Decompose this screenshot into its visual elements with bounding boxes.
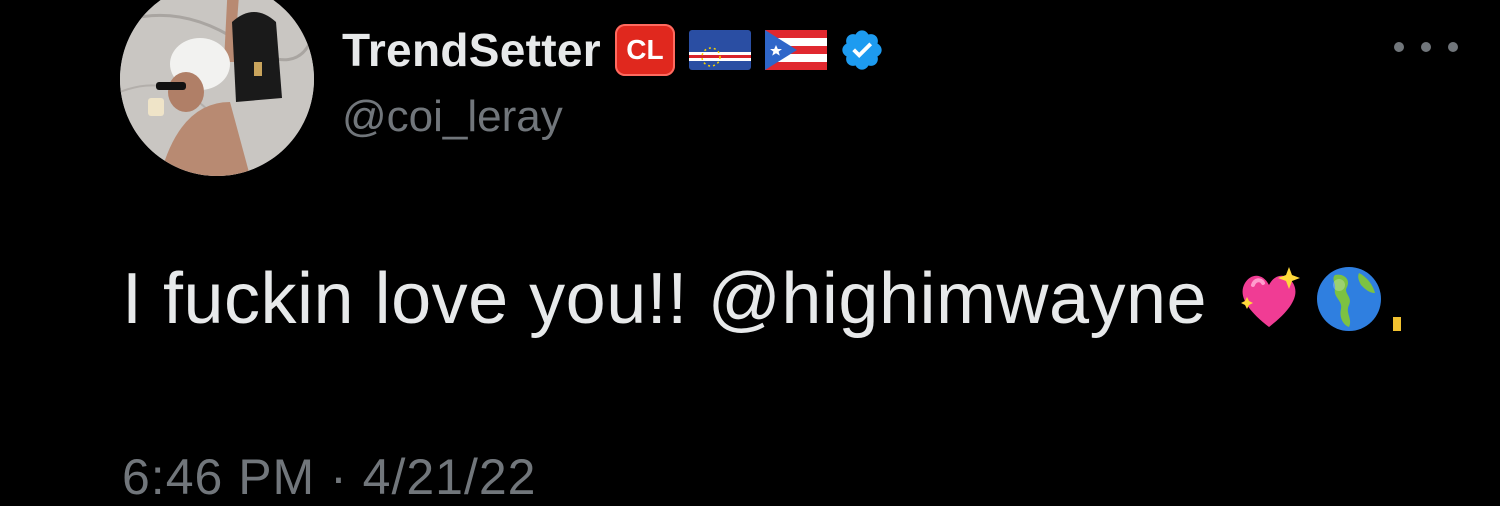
more-options-icon [1448,42,1458,52]
globe-americas-emoji-icon [1317,267,1382,331]
tweet: TrendSetter CL @coi_leray I fuckin love … [0,0,1500,505]
more-options-icon [1421,42,1431,52]
puerto-rico-flag-icon [764,30,827,70]
tweet-text: I fuckin love you!! @highimwayne [122,258,1403,340]
cape-verde-flag-icon [688,30,751,70]
verified-check-icon [842,30,882,70]
tweet-timestamp[interactable]: 6:46 PM · 4/21/22 [122,448,536,506]
more-options-button[interactable] [1394,30,1458,64]
partial-emoji-icon [1393,317,1402,331]
author-row: TrendSetter CL [342,20,885,80]
tweet-body-text: I fuckin love you!! [122,259,688,339]
avatar[interactable] [120,0,314,176]
sparkling-heart-emoji-icon [1241,267,1301,327]
avatar-image [120,0,314,176]
mention-link[interactable]: @highimwayne [708,258,1207,340]
display-name[interactable]: TrendSetter [342,23,601,77]
author-handle[interactable]: @coi_leray [342,92,563,142]
more-options-icon [1394,42,1404,52]
cl-badge-icon: CL [614,24,675,76]
